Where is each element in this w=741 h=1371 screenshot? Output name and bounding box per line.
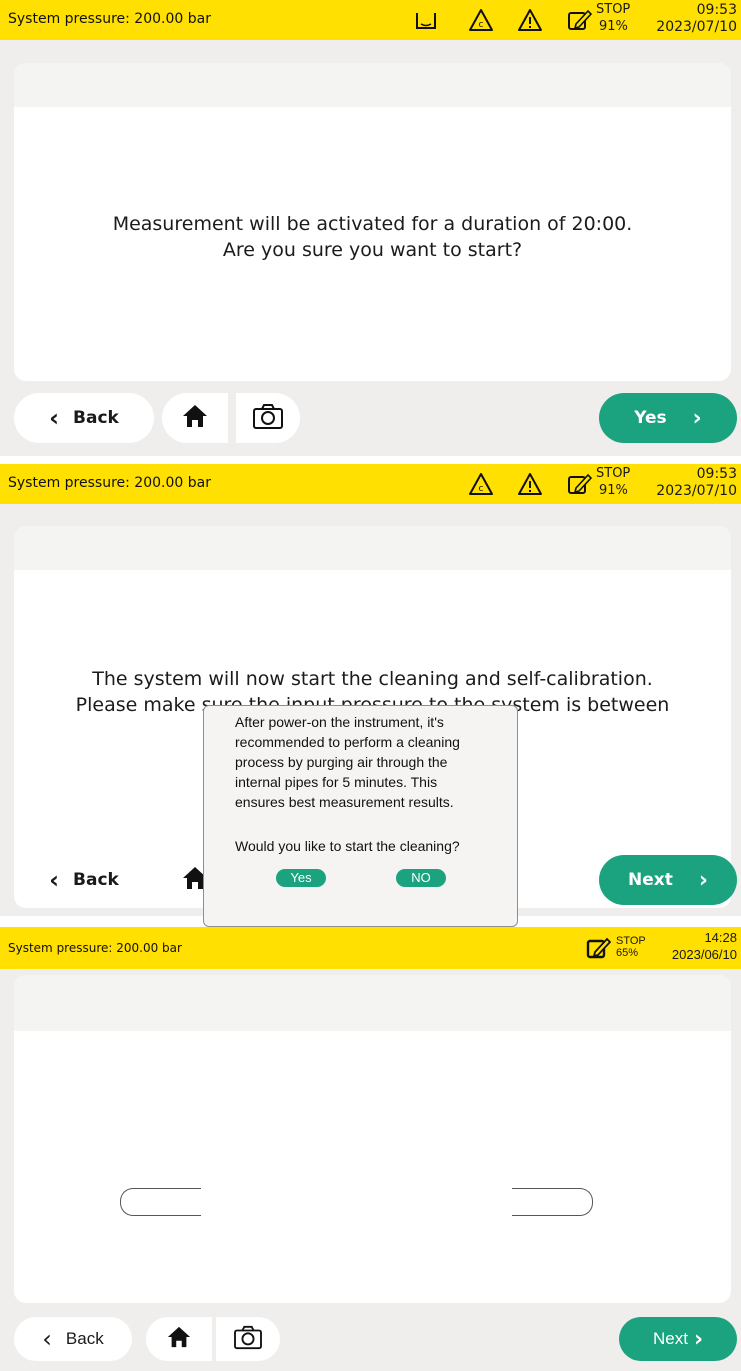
back-button[interactable]: ‹ Back [14, 855, 154, 905]
back-label: Back [65, 1329, 104, 1348]
dialog-question: Would you like to start the cleaning? [235, 838, 460, 854]
yes-label: Yes [634, 408, 667, 428]
svg-text:c: c [479, 20, 484, 30]
stop-percent: 91% [599, 483, 628, 498]
stop-label: STOP [616, 935, 646, 947]
chevron-left-icon: ‹ [49, 866, 60, 894]
chevron-left-icon: ‹ [42, 1325, 52, 1353]
screen-cleaning-prompt: System pressure: 200.00 bar STOP 65% 14:… [0, 927, 741, 1371]
status-bar: System pressure: 200.00 bar c STOP 91% 0… [0, 464, 741, 504]
chevron-left-icon: ‹ [49, 404, 60, 432]
warning-c-icon: c [467, 6, 495, 34]
date: 2023/07/10 [656, 483, 737, 499]
bath-icon [412, 6, 440, 34]
home-icon [181, 403, 209, 433]
time: 09:53 [696, 466, 737, 482]
warning-c-icon: c [467, 470, 495, 498]
card-header [14, 63, 731, 107]
home-button[interactable] [146, 1317, 212, 1361]
edit-icon [585, 934, 613, 962]
back-label: Back [73, 870, 119, 890]
edit-icon [566, 6, 594, 34]
camera-icon [233, 1324, 263, 1354]
time: 14:28 [704, 930, 737, 945]
datetime: 09:53 2023/07/10 [656, 2, 737, 36]
content-card: Measurement will be activated for a dura… [14, 63, 731, 381]
date: 2023/06/10 [671, 947, 737, 962]
stop-label: STOP [596, 2, 631, 17]
system-pressure: System pressure: 200.00 bar [8, 11, 211, 27]
next-label: Next [652, 1329, 688, 1348]
time: 09:53 [696, 2, 737, 18]
dialog-message: After power-on the instrument, it's reco… [235, 714, 460, 810]
cleaning-dialog: After power-on the instrument, it's reco… [203, 705, 518, 927]
screenshot-button[interactable] [216, 1317, 280, 1361]
next-label: Next [628, 870, 673, 890]
confirm-message: Measurement will be activated for a dura… [112, 213, 633, 261]
datetime: 14:28 2023/06/10 [672, 929, 737, 963]
back-label: Back [73, 408, 119, 428]
status-bar: System pressure: 200.00 bar c STOP 91% 0… [0, 0, 741, 40]
card-header [14, 975, 731, 1031]
screenshot-button[interactable] [236, 393, 300, 443]
warning-icon [516, 470, 544, 498]
warning-icon [516, 6, 544, 34]
dialog-no-button[interactable]: NO [396, 869, 446, 887]
system-pressure: System pressure: 200.00 bar [8, 941, 182, 955]
yes-button[interactable]: Yes › [599, 393, 737, 443]
screen-measurement-confirm: System pressure: 200.00 bar c STOP 91% 0… [0, 0, 741, 456]
svg-text:c: c [479, 484, 484, 494]
edit-icon [566, 470, 594, 498]
home-icon [166, 1325, 192, 1353]
stop-percent: 65% [616, 947, 639, 959]
back-button[interactable]: ‹ Back [14, 393, 154, 443]
chevron-right-icon: › [698, 867, 708, 893]
date: 2023/07/10 [656, 19, 737, 35]
status-bar: System pressure: 200.00 bar STOP 65% 14:… [0, 927, 741, 969]
chevron-right-icon: › [692, 405, 702, 431]
dialog-yes-button[interactable]: Yes [276, 869, 326, 887]
next-button[interactable]: Next › [599, 855, 737, 905]
stop-percent: 91% [599, 19, 628, 34]
stop-label: STOP [596, 466, 631, 481]
chevron-right-icon: › [693, 1326, 704, 1352]
card-header [14, 526, 731, 570]
home-button[interactable] [162, 393, 228, 443]
next-button[interactable]: Next › [619, 1317, 737, 1361]
camera-icon [252, 402, 284, 434]
back-button[interactable]: ‹ Back [14, 1317, 132, 1361]
content-card [14, 975, 731, 1303]
slider-track-left [120, 1188, 201, 1216]
datetime: 09:53 2023/07/10 [656, 466, 737, 500]
slider-track-right [512, 1188, 593, 1216]
system-pressure: System pressure: 200.00 bar [8, 475, 211, 491]
